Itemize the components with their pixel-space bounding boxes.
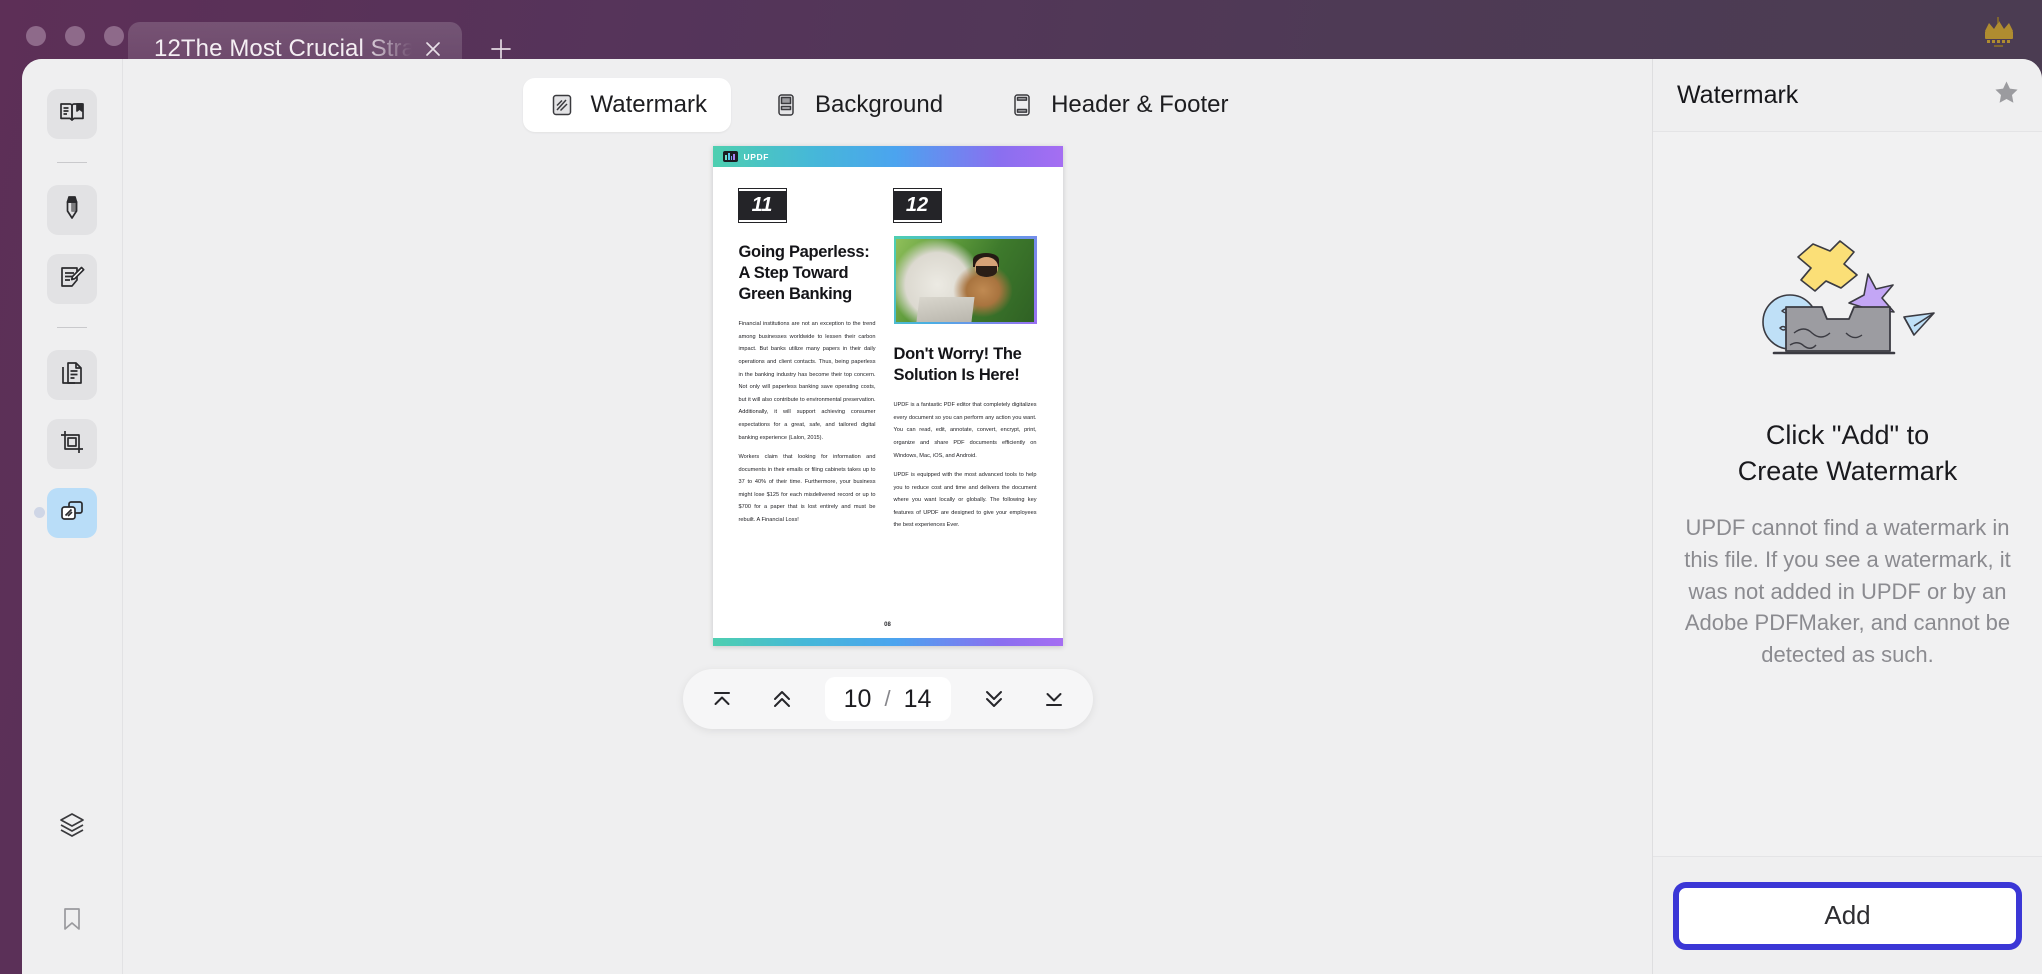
rail-divider (57, 327, 87, 328)
rail-bottom-group (22, 802, 122, 946)
highlighter-icon (58, 194, 86, 227)
crop-icon (58, 428, 86, 461)
section-number-chip: 12 (893, 189, 941, 222)
empty-state-description: UPDF cannot find a watermark in this fil… (1684, 515, 2011, 667)
mode-tab-bar: Watermark Background Header & Footer (522, 78, 1253, 132)
tab-header-footer-label: Header & Footer (1051, 91, 1229, 118)
updf-wordmark: UPDF (743, 151, 770, 162)
page-brand-bar: UPDF (712, 146, 1063, 167)
jump-first-icon[interactable] (705, 682, 739, 716)
document-viewer: Watermark Background Header & Footer UPD… (122, 59, 1652, 974)
total-pages-value: 14 (903, 684, 932, 713)
chevron-up-icon[interactable] (765, 682, 799, 716)
sidebar-item-crop[interactable] (47, 419, 97, 469)
left-paragraph-1: Financial institutions are not an except… (738, 321, 876, 441)
jump-last-icon[interactable] (1037, 682, 1071, 716)
panel-resize-handle[interactable] (34, 507, 45, 518)
right-paragraph-1: UPDF is a fantastic PDF editor that comp… (893, 402, 1037, 459)
bookmark-icon (59, 906, 85, 937)
watermark-icon (547, 90, 577, 120)
section-number-chip: 11 (738, 189, 786, 222)
panel-header: Watermark (1653, 59, 2042, 131)
updf-logo-icon (722, 151, 738, 162)
left-heading: Going Paperless: A Step Toward Green Ban… (738, 243, 870, 304)
empty-state-title: Click "Add" to Create Watermark (1737, 420, 1958, 487)
left-paragraph-2: Workers claim that looking for informati… (738, 454, 876, 523)
main-shell: Watermark Background Header & Footer UPD… (22, 59, 2042, 974)
stamp-layers-icon (58, 497, 86, 530)
page-navigation-toolbar: 10 / 14 (682, 669, 1093, 729)
page-content: 11 Going Paperless: A Step Toward Green … (713, 167, 1063, 622)
book-reader-icon (58, 98, 86, 131)
left-tool-rail (22, 59, 122, 974)
man-working-on-laptop-photo (893, 236, 1037, 324)
header-footer-icon (1007, 90, 1037, 120)
panel-empty-state: Click "Add" to Create Watermark UPDF can… (1653, 131, 2042, 856)
layers-icon (58, 811, 86, 844)
page-canvas[interactable]: UPDF 11 Going Paperless: A Step Toward G… (712, 146, 1063, 646)
tab-header-footer[interactable]: Header & Footer (983, 78, 1252, 132)
tab-background-label: Background (814, 91, 944, 118)
right-paragraph-2: UPDF is equipped with the most advanced … (893, 472, 1037, 529)
right-heading: Don't Worry! The Solution Is Here! (893, 345, 1022, 385)
minimize-window-button[interactable] (65, 26, 85, 46)
sidebar-item-bookmarks[interactable] (47, 896, 97, 946)
edit-document-icon (58, 263, 86, 296)
chevron-down-icon[interactable] (977, 682, 1011, 716)
pages-icon (58, 359, 86, 392)
window-controls (26, 26, 124, 46)
sidebar-item-annotate[interactable] (47, 185, 97, 235)
star-icon[interactable] (1993, 79, 2020, 111)
crown-badge-icon[interactable] (1966, 8, 2032, 60)
page-bottom-gradient-bar (712, 638, 1063, 646)
add-watermark-button[interactable]: Add (1679, 887, 2016, 944)
panel-footer: Add (1653, 856, 2042, 974)
page-separator: / (884, 686, 891, 711)
application-window: 12The Most Crucial Strateg (0, 0, 2042, 974)
sidebar-item-edit[interactable] (47, 254, 97, 304)
page-title: Watermark (1677, 80, 1799, 109)
empty-box-with-shapes-illustration (1718, 227, 1978, 392)
sidebar-item-layers[interactable] (47, 802, 97, 852)
page-right-column: 12 Don't Worry! The Solution Is Here! UP… (893, 189, 1037, 622)
tab-background[interactable]: Background (747, 78, 967, 132)
rail-divider (57, 162, 87, 163)
background-icon (771, 90, 801, 120)
page-footer-number: 08 (884, 622, 891, 628)
page-number-input[interactable]: 10 / 14 (824, 677, 951, 721)
sidebar-item-organize[interactable] (47, 350, 97, 400)
watermark-panel: Watermark Click "Add" to Create Watermar… (1652, 59, 2042, 974)
close-window-button[interactable] (26, 26, 46, 46)
tab-watermark[interactable]: Watermark (522, 78, 731, 132)
sidebar-item-reader[interactable] (47, 89, 97, 139)
pdf-page: UPDF 11 Going Paperless: A Step Toward G… (712, 146, 1063, 646)
page-left-column: 11 Going Paperless: A Step Toward Green … (738, 189, 876, 622)
current-page-value: 10 (843, 684, 872, 713)
sidebar-item-watermark[interactable] (47, 488, 97, 538)
tab-watermark-label: Watermark (590, 91, 707, 118)
maximize-window-button[interactable] (104, 26, 124, 46)
